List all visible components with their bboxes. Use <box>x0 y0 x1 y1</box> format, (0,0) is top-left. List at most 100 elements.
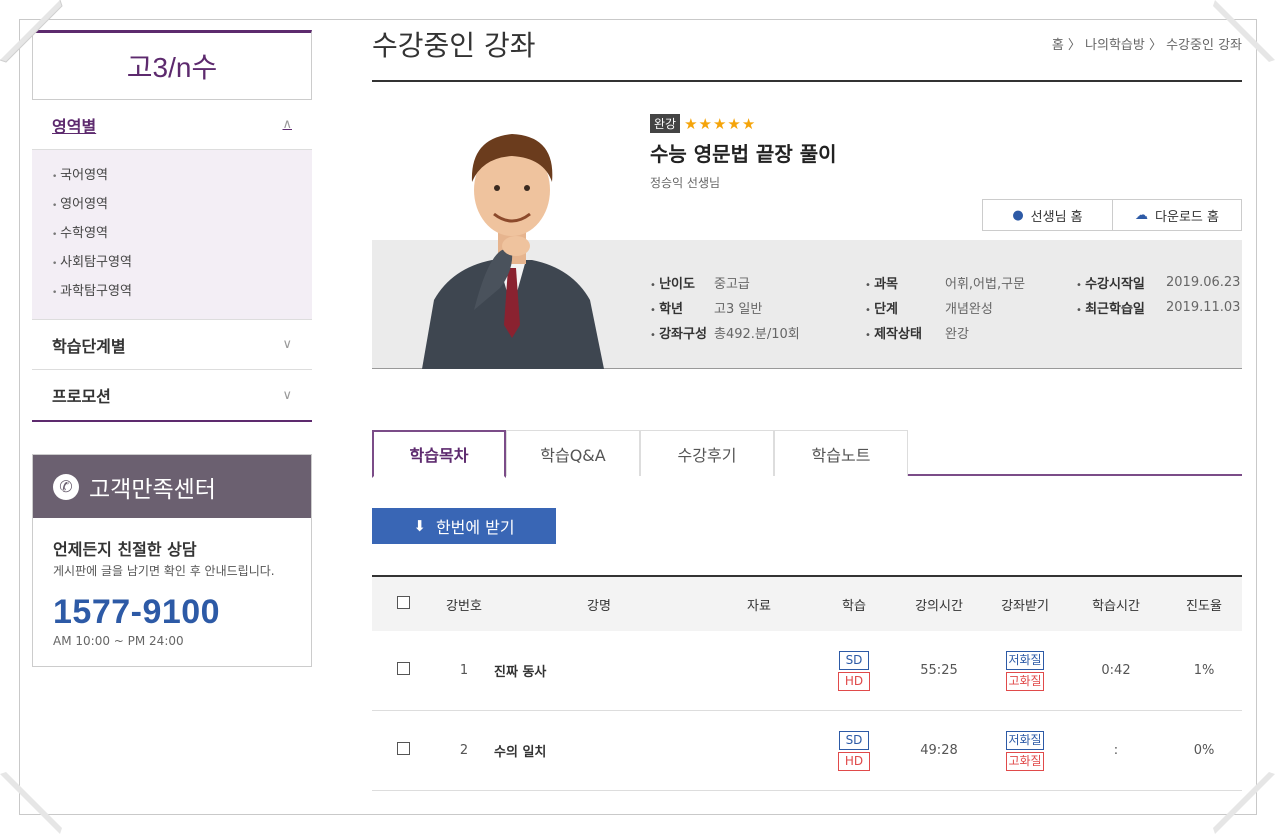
sidebar-item-korean[interactable]: 국어영역 <box>52 162 292 191</box>
meta-key: 난이도 <box>650 273 714 292</box>
customer-center-line1: 언제든지 친절한 상담 <box>53 540 197 559</box>
customer-center-box: ✆ 고객만족센터 언제든지 친절한 상담 게시판에 글을 남기면 확인 후 안내… <box>32 454 312 667</box>
select-all-checkbox[interactable] <box>396 595 410 609</box>
download-home-button[interactable]: ☁ 다운로드 홈 <box>1112 200 1241 230</box>
col-header: 진도율 <box>1186 598 1222 614</box>
lecture-number: 1 <box>459 663 469 678</box>
course-tabs: 학습목차 학습Q&A 수강후기 학습노트 <box>372 430 1242 478</box>
course-badge-row: 완강 ★★★★★ <box>650 114 756 133</box>
play-sd-button[interactable]: SD <box>838 730 870 750</box>
lecture-duration: 49:28 <box>920 743 958 758</box>
meta-key: 과목 <box>865 273 945 292</box>
col-header: 자료 <box>747 598 771 614</box>
meta-value: 어휘,어법,구문 <box>945 277 1026 292</box>
progress-rate: 1% <box>1193 663 1215 678</box>
col-header: 강의시간 <box>915 598 963 614</box>
customer-center-hours: AM 10:00 ~ PM 24:00 <box>53 634 184 648</box>
sidebar-item-english[interactable]: 영어영역 <box>52 191 292 220</box>
rating-stars: ★★★★★ <box>684 114 757 133</box>
study-time: : <box>1113 743 1119 758</box>
sidebar-item-math[interactable]: 수학영역 <box>52 220 292 249</box>
chevron-up-icon: ∧ <box>282 117 292 132</box>
sidebar: 고3/n수 영역별 ∧ 국어영역 영어영역 수학영역 사회탐구영역 과학탐구영역… <box>32 30 312 667</box>
study-time: 0:42 <box>1101 663 1131 678</box>
col-header: 학습시간 <box>1092 598 1140 614</box>
user-icon: ● <box>1012 207 1024 223</box>
tab-contents[interactable]: 학습목차 <box>372 430 506 478</box>
lecture-duration: 55:25 <box>920 663 958 678</box>
play-hd-button[interactable]: HD <box>837 751 871 771</box>
meta-key: 제작상태 <box>865 323 945 342</box>
cloud-icon: ☁ <box>1135 207 1149 223</box>
corner-fold-decoration <box>1205 0 1275 70</box>
main-content: 수강중인 강좌 홈 〉 나의학습방 〉 수강중인 강좌 완강 ★★★★★ 수능 … <box>372 20 1242 791</box>
play-sd-button[interactable]: SD <box>838 650 870 670</box>
meta-value: 개념완성 <box>945 302 993 317</box>
sidebar-item-social[interactable]: 사회탐구영역 <box>52 249 292 278</box>
col-header: 강좌받기 <box>1001 598 1049 614</box>
teacher-name: 정승익 선생님 <box>650 176 721 190</box>
col-header: 강명 <box>587 598 611 614</box>
tab-qna[interactable]: 학습Q&A <box>506 430 640 476</box>
teacher-home-button[interactable]: ● 선생님 홈 <box>983 200 1112 230</box>
download-icon: ⬇ <box>413 517 426 535</box>
course-meta-col3: 수강시작일2019.06.23 최근학습일2019.11.03 <box>1076 270 1240 320</box>
download-low-button[interactable]: 저화질 <box>1006 730 1044 750</box>
progress-rate: 0% <box>1193 743 1215 758</box>
customer-center-line2: 게시판에 글을 남기면 확인 후 안내드립니다. <box>53 564 275 578</box>
course-meta-col1: 난이도중고급 학년고3 일반 강좌구성총492.분/10회 <box>650 270 800 345</box>
sidebar-item-science[interactable]: 과학탐구영역 <box>52 278 292 307</box>
page-frame: 고3/n수 영역별 ∧ 국어영역 영어영역 수학영역 사회탐구영역 과학탐구영역… <box>19 19 1257 815</box>
tab-reviews[interactable]: 수강후기 <box>640 430 774 476</box>
download-high-button[interactable]: 고화질 <box>1006 751 1044 771</box>
chevron-down-icon: ∨ <box>282 387 292 403</box>
sidebar-menu-promotion[interactable]: 프로모션 ∨ <box>32 370 312 420</box>
meta-key: 학년 <box>650 298 714 317</box>
meta-value: 고3 일반 <box>714 302 763 317</box>
sidebar-sub-list: 국어영역 영어영역 수학영역 사회탐구영역 과학탐구영역 <box>32 150 312 320</box>
customer-center-header: ✆ 고객만족센터 <box>33 455 311 518</box>
sidebar-menu-label: 프로모션 <box>52 387 111 406</box>
meta-value: 완강 <box>945 327 969 342</box>
chevron-down-icon: ∨ <box>282 337 292 352</box>
table-row: 1 진짜 동사 SD HD 55:25 저화질 고화질 0:42 1% <box>372 631 1242 711</box>
course-link-buttons: ● 선생님 홈 ☁ 다운로드 홈 <box>982 199 1242 231</box>
download-all-button[interactable]: ⬇ 한번에 받기 <box>372 508 556 544</box>
corner-fold-decoration <box>1205 764 1275 834</box>
sidebar-title: 고3/n수 <box>32 30 312 100</box>
row-checkbox[interactable] <box>396 742 410 755</box>
lecture-name[interactable]: 진짜 동사 <box>494 661 704 680</box>
col-header: 학습 <box>842 598 866 614</box>
meta-value: 2019.06.23 <box>1166 275 1241 290</box>
corner-fold-decoration <box>0 0 70 70</box>
customer-center-phone: 1577-9100 <box>53 593 221 631</box>
download-home-label: 다운로드 홈 <box>1155 209 1219 225</box>
download-high-button[interactable]: 고화질 <box>1006 671 1044 691</box>
play-hd-button[interactable]: HD <box>837 671 871 691</box>
download-all-label: 한번에 받기 <box>435 518 515 537</box>
page-header: 수강중인 강좌 홈 〉 나의학습방 〉 수강중인 강좌 <box>372 20 1242 82</box>
meta-key: 수강시작일 <box>1076 273 1166 292</box>
sidebar-menu-area[interactable]: 영역별 ∧ <box>32 100 312 150</box>
course-meta-col2: 과목어휘,어법,구문 단계개념완성 제작상태완강 <box>865 270 1025 345</box>
row-checkbox[interactable] <box>396 662 410 675</box>
table-row: 2 수의 일치 SD HD 49:28 저화질 고화질 : 0% <box>372 711 1242 791</box>
phone-icon: ✆ <box>53 473 79 500</box>
download-low-button[interactable]: 저화질 <box>1006 650 1044 670</box>
col-header: 강번호 <box>446 598 482 614</box>
tab-notes[interactable]: 학습노트 <box>774 430 908 476</box>
course-summary: 완강 ★★★★★ 수능 영문법 끝장 풀이 정승익 선생님 ● 선생님 홈 ☁ … <box>372 82 1242 369</box>
table-header: 강번호 강명 자료 학습 강의시간 강좌받기 학습시간 진도율 <box>372 577 1242 631</box>
sidebar-menu-stage[interactable]: 학습단계별 ∨ <box>32 320 312 370</box>
meta-key: 단계 <box>865 298 945 317</box>
status-badge: 완강 <box>650 114 681 133</box>
meta-key: 최근학습일 <box>1076 298 1166 317</box>
sidebar-divider <box>32 420 312 422</box>
lecture-name[interactable]: 수의 일치 <box>494 741 704 760</box>
sidebar-menu-label: 학습단계별 <box>52 336 126 356</box>
lecture-table: 강번호 강명 자료 학습 강의시간 강좌받기 학습시간 진도율 1 진짜 동사 … <box>372 575 1242 791</box>
sidebar-menu-label: 영역별 <box>52 116 97 136</box>
meta-value: 총492.분/10회 <box>714 327 800 342</box>
corner-fold-decoration <box>0 764 70 834</box>
page-title: 수강중인 강좌 <box>372 29 536 62</box>
